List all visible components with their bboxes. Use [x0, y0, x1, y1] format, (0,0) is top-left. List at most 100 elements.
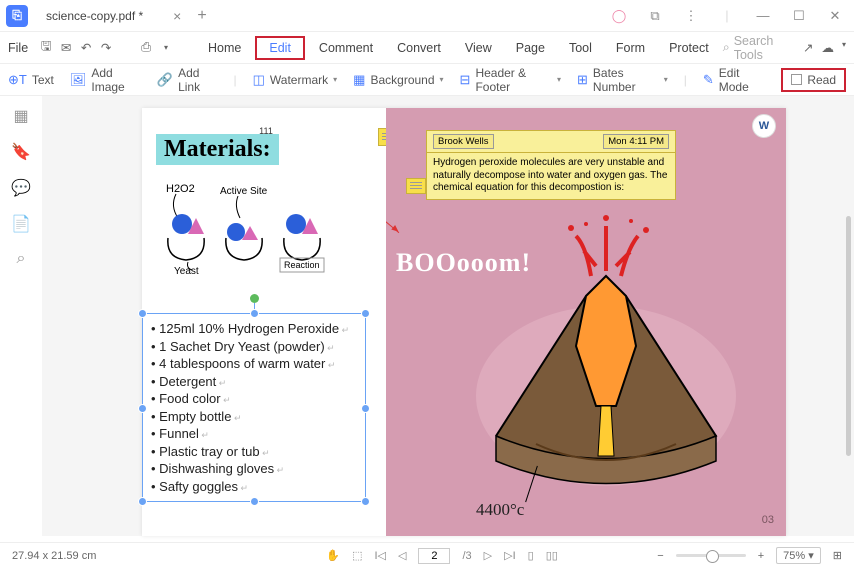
- resize-handle[interactable]: [250, 497, 259, 506]
- reaction-label: Reaction: [284, 260, 320, 270]
- save-icon[interactable]: 🖫: [38, 37, 54, 58]
- materials-list[interactable]: 125ml 10% Hydrogen Peroxide 1 Sachet Dry…: [151, 320, 357, 495]
- edit-icon: ✎: [703, 72, 714, 88]
- list-item[interactable]: 4 tablespoons of warm water: [151, 355, 357, 373]
- new-tab-button[interactable]: +: [197, 7, 206, 25]
- tab-filename: science-copy.pdf *: [46, 9, 143, 23]
- rotate-handle[interactable]: [250, 294, 259, 303]
- close-tab-icon[interactable]: ×: [173, 8, 181, 24]
- print-icon[interactable]: ⎙: [138, 40, 154, 55]
- share-icon[interactable]: ↗: [803, 40, 813, 55]
- edit-mode-tool[interactable]: ✎Edit Mode: [703, 66, 765, 94]
- tab-view[interactable]: View: [455, 37, 502, 59]
- first-page-icon[interactable]: I◁: [375, 549, 387, 562]
- text-tool[interactable]: ⊕TText: [8, 72, 54, 88]
- add-image-tool[interactable]: 🖼Add Image: [70, 66, 141, 94]
- tab-convert[interactable]: Convert: [387, 37, 451, 59]
- thumbnails-icon[interactable]: ▦: [13, 106, 28, 126]
- zoom-slider[interactable]: [676, 554, 746, 557]
- redo-icon[interactable]: ↷: [98, 40, 114, 55]
- read-mode-toggle[interactable]: Read: [781, 68, 846, 92]
- cloud-icon[interactable]: ☁: [822, 40, 835, 55]
- list-item[interactable]: Food color: [151, 390, 357, 408]
- zoom-in-icon[interactable]: +: [758, 550, 764, 562]
- watermark-tool[interactable]: ◫Watermark▾: [253, 72, 338, 88]
- bookmarks-icon[interactable]: 🔖: [11, 142, 31, 162]
- resize-handle[interactable]: [138, 404, 147, 413]
- resize-handle[interactable]: [361, 404, 370, 413]
- comment-text: Hydrogen peroxide molecules are very uns…: [427, 152, 675, 199]
- tab-tool[interactable]: Tool: [559, 37, 602, 59]
- search-icon: ⌕: [723, 40, 730, 55]
- close-window-button[interactable]: ✕: [822, 8, 848, 24]
- read-checkbox[interactable]: [791, 74, 802, 85]
- mail-icon[interactable]: ✉: [58, 40, 74, 55]
- prev-page-icon[interactable]: ◁: [398, 549, 406, 562]
- bates-tool[interactable]: ⊞Bates Number▾: [577, 66, 668, 94]
- background-tool[interactable]: ▦Background▾: [353, 72, 443, 88]
- list-item[interactable]: 1 Sachet Dry Yeast (powder): [151, 338, 357, 356]
- tab-page[interactable]: Page: [506, 37, 555, 59]
- comment-author: Brook Wells: [433, 134, 494, 149]
- comment-popup[interactable]: Brook WellsMon 4:11 PM Hydrogen peroxide…: [426, 130, 676, 200]
- vertical-scrollbar[interactable]: [846, 216, 851, 456]
- zoom-level[interactable]: 75% ▾: [776, 547, 821, 564]
- resize-handle[interactable]: [138, 497, 147, 506]
- document-canvas[interactable]: 111 Materials: H2O2 Active Site: [42, 96, 854, 536]
- list-item[interactable]: Plastic tray or tub: [151, 443, 357, 461]
- resize-handle[interactable]: [361, 497, 370, 506]
- header-footer-tool[interactable]: ⊟Header & Footer▾: [460, 66, 561, 94]
- minimize-button[interactable]: —: [750, 8, 776, 23]
- two-page-icon[interactable]: ▯▯: [546, 549, 558, 562]
- resize-handle[interactable]: [361, 309, 370, 318]
- main-area: ▦ 🔖 💬 📄 ⌕ 111 Materials: H2O2 Active Sit…: [0, 96, 854, 536]
- list-item[interactable]: 125ml 10% Hydrogen Peroxide: [151, 320, 357, 338]
- tab-protect[interactable]: Protect: [659, 37, 719, 59]
- fit-page-icon[interactable]: ⊞: [833, 549, 842, 562]
- h2o2-label: H2O2: [166, 183, 195, 195]
- list-item[interactable]: Dishwashing gloves: [151, 460, 357, 478]
- list-item[interactable]: Empty bottle: [151, 408, 357, 426]
- materials-heading: Materials:: [156, 134, 279, 165]
- pdf-page: 111 Materials: H2O2 Active Site: [142, 108, 786, 536]
- attachments-icon[interactable]: 📄: [11, 214, 31, 234]
- resize-handle[interactable]: [138, 309, 147, 318]
- next-page-icon[interactable]: ▷: [484, 549, 492, 562]
- document-tab[interactable]: science-copy.pdf * ×: [38, 4, 189, 28]
- menu-icon[interactable]: ⋮: [678, 8, 704, 24]
- volcano-illustration: [436, 206, 776, 506]
- image-icon: 🖼: [70, 72, 87, 88]
- tab-home[interactable]: Home: [198, 37, 251, 59]
- page-right-column: Brook WellsMon 4:11 PM Hydrogen peroxide…: [386, 108, 786, 536]
- dropdown-icon[interactable]: ▾: [842, 40, 846, 55]
- search-tools[interactable]: ⌕Search Tools: [723, 34, 789, 62]
- list-item[interactable]: Detergent: [151, 373, 357, 391]
- window-icon[interactable]: ⧉: [642, 8, 668, 24]
- list-item[interactable]: Funnel: [151, 425, 357, 443]
- resize-handle[interactable]: [250, 309, 259, 318]
- text-icon: ⊕T: [8, 72, 27, 88]
- search-panel-icon[interactable]: ⌕: [17, 250, 26, 268]
- comments-icon[interactable]: 💬: [11, 178, 31, 198]
- select-tool-icon[interactable]: ⬚: [352, 549, 362, 562]
- zoom-out-icon[interactable]: −: [657, 550, 663, 562]
- page-input[interactable]: [418, 548, 450, 564]
- gift-icon[interactable]: ◯: [606, 8, 632, 24]
- single-page-icon[interactable]: ▯: [528, 549, 534, 562]
- word-export-icon[interactable]: W: [752, 114, 776, 138]
- print-dropdown[interactable]: ▾: [158, 43, 174, 52]
- file-menu[interactable]: File: [8, 41, 28, 55]
- add-link-tool[interactable]: 🔗Add Link: [157, 66, 218, 94]
- sticky-note-icon[interactable]: [406, 178, 426, 194]
- list-item[interactable]: Safty goggles: [151, 478, 357, 496]
- page-number: 03: [762, 514, 774, 526]
- materials-textbox[interactable]: 125ml 10% Hydrogen Peroxide 1 Sachet Dry…: [142, 313, 366, 502]
- hand-tool-icon[interactable]: ✋: [326, 549, 340, 562]
- tab-form[interactable]: Form: [606, 37, 655, 59]
- tab-edit[interactable]: Edit: [255, 36, 305, 60]
- app-icon: ⎘: [6, 5, 28, 27]
- maximize-button[interactable]: ☐: [786, 8, 812, 24]
- last-page-icon[interactable]: ▷I: [504, 549, 516, 562]
- tab-comment[interactable]: Comment: [309, 37, 383, 59]
- undo-icon[interactable]: ↶: [78, 40, 94, 55]
